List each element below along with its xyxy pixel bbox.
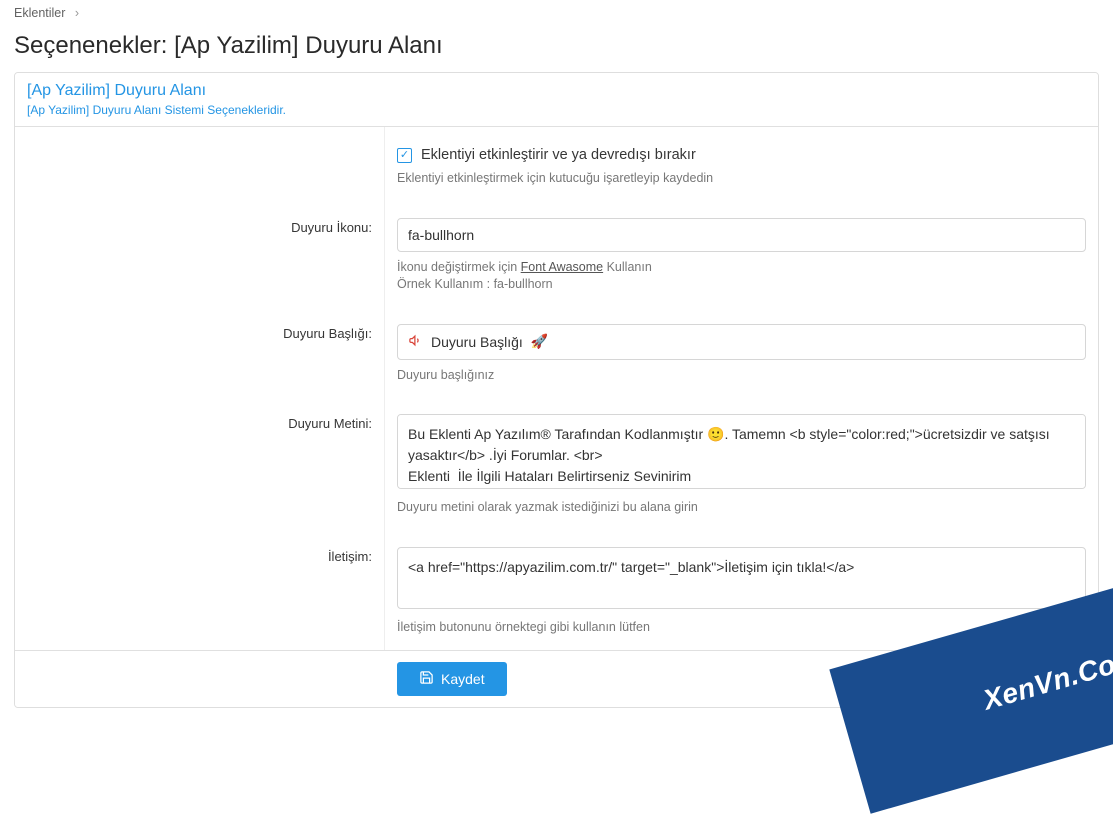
title-explain: Duyuru başlığınız [397,367,1086,385]
block-minor-title: [Ap Yazilim] Duyuru Alanı [27,82,1086,100]
save-icon [419,670,434,688]
font-awesome-link[interactable]: Font Awasome [521,260,603,274]
breadcrumb: Eklentiler › [0,0,1113,26]
row-icon: Duyuru İkonu: İkonu değiştirmek için Fon… [15,202,1098,308]
text-label: Duyuru Metini: [15,398,385,531]
save-button[interactable]: Kaydet [397,662,507,696]
contact-input[interactable] [397,547,1086,609]
breadcrumb-root[interactable]: Eklentiler [14,6,65,20]
contact-explain: İletişim butonunu örnektegi gibi kullanı… [397,619,1086,637]
block-minor-desc: [Ap Yazilim] Duyuru Alanı Sistemi Seçene… [27,103,1086,117]
enable-checkbox-row[interactable]: ✓ Eklentiyi etkinleştirir ve ya devredış… [397,147,1086,163]
page-title: Seçenenekler: [Ap Yazilim] Duyuru Alanı [0,26,1113,72]
options-block: [Ap Yazilim] Duyuru Alanı [Ap Yazilim] D… [14,72,1099,708]
save-label: Kaydet [441,671,485,687]
icon-label: Duyuru İkonu: [15,202,385,308]
row-contact: İletişim: İletişim butonunu örnektegi gi… [15,531,1098,651]
title-label: Duyuru Başlığı: [15,308,385,399]
text-explain: Duyuru metini olarak yazmak istediğinizi… [397,499,1086,517]
title-value: Duyuru Başlığı [431,334,523,350]
enable-label: Eklentiyi etkinleştirir ve ya devredışı … [421,147,696,163]
icon-input[interactable] [397,218,1086,252]
chevron-right-icon: › [75,6,79,20]
checkbox-icon: ✓ [397,148,412,163]
contact-label: İletişim: [15,531,385,651]
block-footer: Kaydet [15,650,1098,707]
row-enable: ✓ Eklentiyi etkinleştirir ve ya devredış… [15,127,1098,202]
row-title: Duyuru Başlığı: Duyuru Başlığı 🚀 Duyuru … [15,308,1098,399]
block-header: [Ap Yazilim] Duyuru Alanı [Ap Yazilim] D… [15,73,1098,127]
enable-explain: Eklentiyi etkinleştirmek için kutucuğu i… [397,170,1086,188]
icon-explain: İkonu değiştirmek için Font Awasome Kull… [397,259,1086,294]
title-input[interactable]: Duyuru Başlığı 🚀 [397,324,1086,360]
text-input[interactable] [397,414,1086,489]
row-text: Duyuru Metini: Duyuru metini olarak yazm… [15,398,1098,531]
bullhorn-icon [408,333,423,351]
rocket-icon: 🚀 [531,333,548,350]
